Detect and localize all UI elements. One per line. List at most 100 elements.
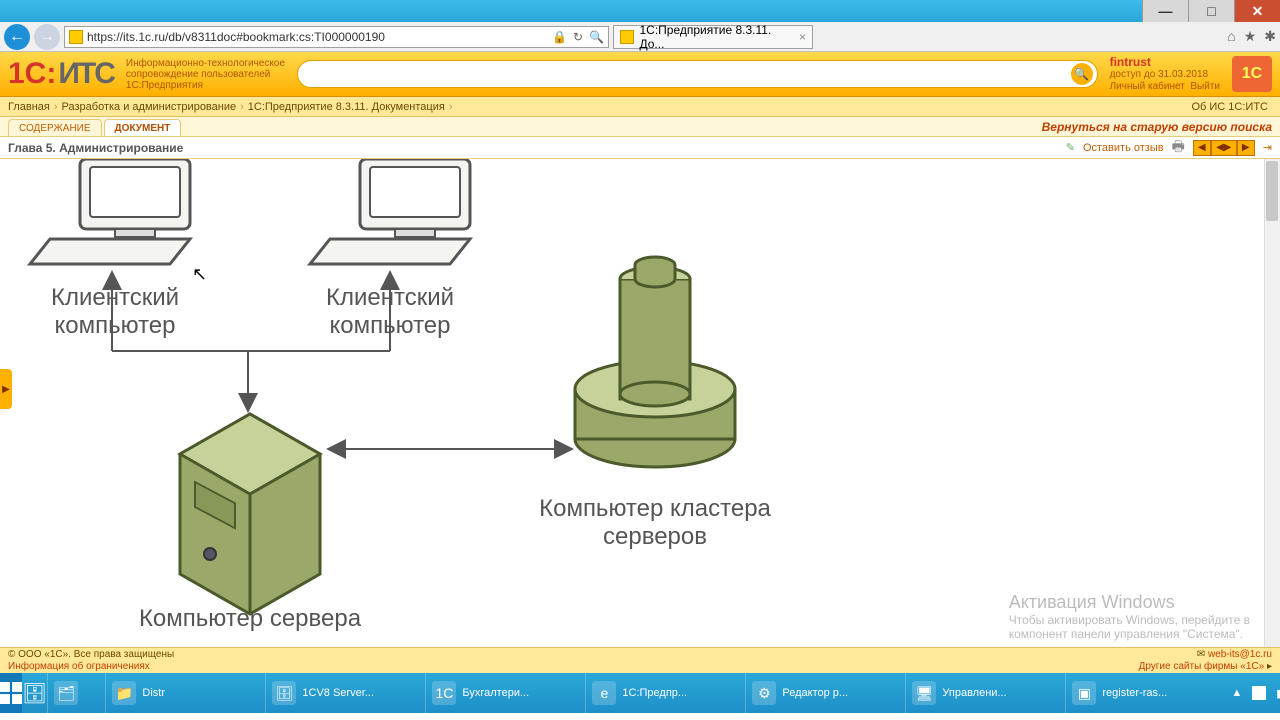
taskbar-item[interactable]: 1С Бухгалтери... xyxy=(425,673,585,713)
tab-title: 1С:Предприятие 8.3.11. До... xyxy=(640,23,793,51)
pencil-icon: ✎ xyxy=(1066,141,1075,154)
footer-restrictions-link[interactable]: Информация об ограничениях xyxy=(8,661,150,672)
vertical-scrollbar[interactable] xyxy=(1264,159,1280,647)
page-prev-button[interactable]: ◀ xyxy=(1193,140,1211,156)
taskbar-item[interactable]: 📁 Distr xyxy=(105,673,265,713)
scrollbar-thumb[interactable] xyxy=(1266,161,1278,221)
taskbar-item-label: Редактор р... xyxy=(782,687,848,699)
settings-icon[interactable]: ✱ xyxy=(1264,28,1276,45)
footer-other-sites-link[interactable]: Другие сайты фирмы «1С» xyxy=(1139,661,1265,672)
user-access-until: доступ до 31.03.2018 xyxy=(1110,69,1220,81)
firm-1c-logo-icon[interactable]: 1C xyxy=(1232,56,1272,92)
taskbar-app-icon: 🗄 xyxy=(272,681,296,705)
footer-mail-link[interactable]: web-its@1c.ru xyxy=(1208,649,1272,660)
window-titlebar: — □ ✕ xyxy=(0,0,1280,22)
page-nav: ◀ ◀▶ ▶ xyxy=(1193,140,1255,156)
logo-part1: 1С: xyxy=(8,57,56,91)
tray-network-icon[interactable]: ▮ xyxy=(1276,687,1280,700)
window-close-button[interactable]: ✕ xyxy=(1234,0,1280,22)
logo-part2: ИТС xyxy=(58,57,114,91)
taskbar-item[interactable]: 🗄 1CV8 Server... xyxy=(265,673,425,713)
print-icon[interactable]: 🖶 xyxy=(1172,136,1185,160)
taskbar-item[interactable]: ▣ register-ras... xyxy=(1065,673,1225,713)
windows-taskbar: 🗄 🗂 📁 Distr 🗄 1CV8 Server... 1С Бухгалтери...… xyxy=(0,673,1280,713)
logo-subtitle: Информационно-технологическое сопровожде… xyxy=(126,58,285,91)
taskbar-pinned-explorer-icon[interactable]: 🗂 xyxy=(47,673,105,713)
expand-icon[interactable]: ⇥ xyxy=(1263,141,1272,154)
taskbar-app-icon: 📁 xyxy=(112,681,136,705)
window-maximize-button[interactable]: □ xyxy=(1188,0,1234,22)
taskbar-app-icon: ⚙ xyxy=(752,681,776,705)
leave-review-link[interactable]: Оставить отзыв xyxy=(1083,142,1164,154)
home-icon[interactable]: ⌂ xyxy=(1227,28,1235,45)
taskbar-app-icon: e xyxy=(592,681,616,705)
watermark-text: Чтобы активировать Windows, перейдите в … xyxy=(1009,613,1250,641)
tray-up-icon[interactable]: ▲ xyxy=(1231,687,1242,699)
page-next-button[interactable]: ▶ xyxy=(1237,140,1255,156)
mail-icon: ✉ xyxy=(1197,649,1205,660)
mouse-cursor-icon: ↖ xyxy=(192,264,207,285)
tab-favicon-icon xyxy=(620,30,634,44)
chapter-title: Глава 5. Администрирование xyxy=(8,141,183,155)
tab-close-icon[interactable]: × xyxy=(799,30,806,44)
label-server: Компьютер сервера xyxy=(110,605,390,633)
windows-activation-watermark: Активация Windows Чтобы активировать Win… xyxy=(1009,592,1250,641)
taskbar-item-label: Distr xyxy=(142,687,165,699)
architecture-diagram xyxy=(0,159,1250,647)
doc-tabs: СОДЕРЖАНИЕ ДОКУМЕНТ Вернуться на старую … xyxy=(0,117,1280,137)
breadcrumb: Главная› Разработка и администрирование›… xyxy=(0,97,1280,117)
user-cabinet-link[interactable]: Личный кабинет xyxy=(1110,81,1185,92)
footer-copyright: © ООО «1С». Все права защищены xyxy=(8,649,174,661)
taskbar-item-label: Бухгалтери... xyxy=(462,687,529,699)
taskbar-item-label: 1С:Предпр... xyxy=(622,687,687,699)
system-tray: ▲ ▮ 🔊 ENG 17:19 16.03.2018 xyxy=(1225,673,1280,713)
start-button[interactable] xyxy=(0,673,22,713)
user-panel: fintrust доступ до 31.03.2018 Личный каб… xyxy=(1110,55,1220,93)
user-name: fintrust xyxy=(1110,55,1220,69)
taskbar-app-icon: 🖥 xyxy=(912,681,936,705)
site-footer: © ООО «1С». Все права защищены Информаци… xyxy=(0,647,1280,673)
tray-flag-icon[interactable] xyxy=(1252,686,1266,700)
label-client-1: Клиентский компьютер xyxy=(30,284,200,339)
site-logo[interactable]: 1С: ИТС xyxy=(8,57,114,91)
site-favicon-icon xyxy=(69,30,83,44)
address-bar[interactable]: https://its.1c.ru/db/v8311doc#bookmark:c… xyxy=(64,26,609,48)
taskbar-item[interactable]: 🖥 Управлени... xyxy=(905,673,1065,713)
search-button-icon[interactable]: 🔍 xyxy=(1071,63,1093,85)
taskbar-item-label: register-ras... xyxy=(1102,687,1167,699)
window-minimize-button[interactable]: — xyxy=(1142,0,1188,22)
taskbar-app-icon: 1С xyxy=(432,681,456,705)
taskbar-item-label: Управлени... xyxy=(942,687,1006,699)
taskbar-item[interactable]: e 1С:Предпр... xyxy=(585,673,745,713)
crumb-doc[interactable]: 1С:Предприятие 8.3.11. Документация xyxy=(248,101,445,113)
user-logout-link[interactable]: Выйти xyxy=(1190,81,1220,92)
crumb-dev[interactable]: Разработка и администрирование xyxy=(62,101,237,113)
document-body: ▶ xyxy=(0,159,1280,647)
taskbar-item[interactable]: ⚙ Редактор р... xyxy=(745,673,905,713)
browser-tab[interactable]: 1С:Предприятие 8.3.11. До... × xyxy=(613,25,813,49)
tab-content[interactable]: СОДЕРЖАНИЕ xyxy=(8,119,102,136)
nav-back-button[interactable]: ← xyxy=(4,24,30,50)
browser-toolbar: ← → https://its.1c.ru/db/v8311doc#bookma… xyxy=(0,22,1280,52)
favorites-icon[interactable]: ★ xyxy=(1244,28,1257,45)
page-mid-button[interactable]: ◀▶ xyxy=(1211,140,1237,156)
taskbar-item-label: 1CV8 Server... xyxy=(302,687,374,699)
site-search-input[interactable]: 🔍 xyxy=(297,60,1098,88)
old-search-link[interactable]: Вернуться на старую версию поиска xyxy=(1042,120,1272,136)
lock-icon: 🔒 xyxy=(552,30,567,44)
chapter-bar: Глава 5. Администрирование ✎ Оставить от… xyxy=(0,137,1280,159)
explorer-icon: 🗂 xyxy=(54,681,78,705)
label-client-2: Клиентский компьютер xyxy=(300,284,480,339)
refresh-icon[interactable]: ↻ xyxy=(573,30,583,44)
search-icon[interactable]: 🔍 xyxy=(589,30,604,44)
nav-forward-button[interactable]: → xyxy=(34,24,60,50)
taskbar-pinned-server-icon[interactable]: 🗄 xyxy=(22,673,47,713)
tab-document[interactable]: ДОКУМЕНТ xyxy=(104,119,182,136)
watermark-title: Активация Windows xyxy=(1009,592,1250,613)
crumb-home[interactable]: Главная xyxy=(8,101,50,113)
site-header: 1С: ИТС Информационно-технологическое со… xyxy=(0,52,1280,97)
crumb-about[interactable]: Об ИС 1С:ИТС xyxy=(1191,101,1268,113)
taskbar-app-icon: ▣ xyxy=(1072,681,1096,705)
label-cluster: Компьютер кластера серверов xyxy=(520,495,790,550)
address-url: https://its.1c.ru/db/v8311doc#bookmark:c… xyxy=(87,30,385,44)
